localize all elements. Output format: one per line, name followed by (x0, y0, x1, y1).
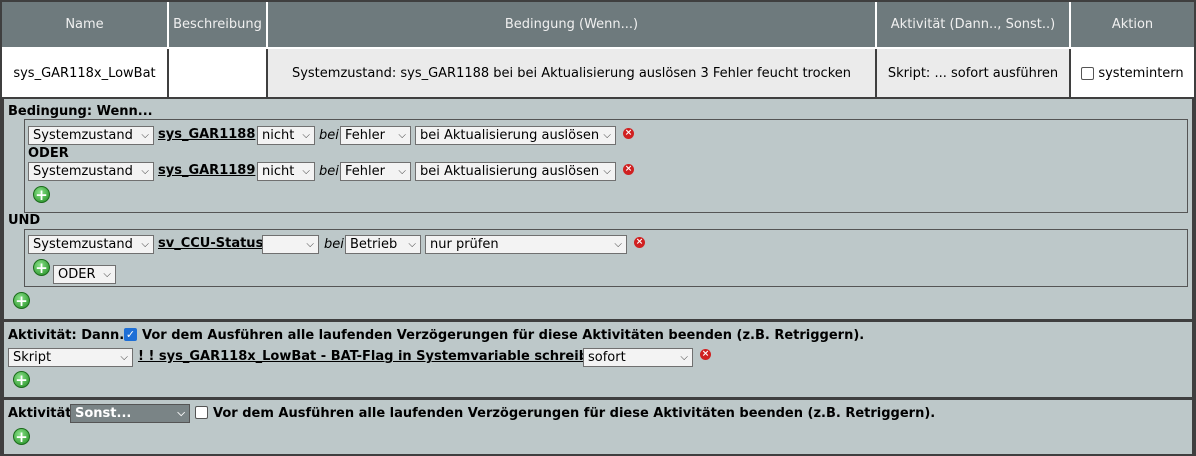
delete-icon[interactable]: × (623, 128, 634, 139)
condition-title: Bedingung: Wenn... (8, 104, 153, 119)
chevron-down-icon: ⌵ (120, 352, 128, 363)
sonst-panel: Aktivität: Sonst... ⌵ Vor dem Ausführen a… (4, 400, 1192, 454)
delete-icon[interactable]: × (700, 349, 711, 360)
delete-icon[interactable]: × (634, 237, 645, 248)
condition-variable-link-1[interactable]: sys_GAR1188 (158, 127, 255, 142)
add-icon[interactable]: + (33, 186, 50, 203)
chevron-down-icon: ⌵ (680, 352, 688, 363)
sonst-retrigger-checkbox[interactable] (195, 406, 208, 419)
condition-value-select-3[interactable]: Betrieb ⌵ (345, 235, 421, 254)
condition-op-select-3[interactable]: ⌵ (262, 235, 319, 254)
condition-variable-link-2[interactable]: sys_GAR1189 (158, 163, 255, 178)
condition-type-value: Systemzustand (33, 237, 133, 252)
condition-type-select-3[interactable]: Systemzustand ⌵ (28, 235, 154, 254)
aktion-cell: systemintern (1071, 49, 1194, 97)
header-bedingung[interactable]: Bedingung (Wenn...) (268, 2, 877, 47)
oder-label: ODER (28, 146, 69, 161)
program-condition-summary: Systemzustand: sys_GAR1188 bei bei Aktua… (268, 49, 877, 97)
add-icon[interactable]: + (13, 292, 30, 309)
delete-icon[interactable]: × (623, 164, 634, 175)
add-icon[interactable]: + (13, 371, 30, 388)
program-description[interactable] (169, 49, 268, 97)
bei-label: bei (319, 128, 339, 143)
sonst-retrigger-label: Vor dem Ausführen alle laufenden Verzöge… (213, 406, 936, 421)
chevron-down-icon: ⌵ (141, 239, 149, 250)
table-row: sys_GAR118x_LowBat Systemzustand: sys_GA… (2, 47, 1194, 97)
joiner-value: ODER (58, 267, 96, 282)
condition-trigger-value: nur prüfen (430, 237, 499, 252)
chevron-down-icon: ⌵ (398, 166, 406, 177)
condition-trigger-value: bei Aktualisierung auslösen (420, 164, 600, 179)
condition-op-value: nicht (262, 164, 295, 179)
chevron-down-icon: ⌵ (306, 239, 314, 250)
action-type-value: Skript (13, 350, 52, 365)
table-header: Name Beschreibung Bedingung (Wenn...) Ak… (2, 2, 1194, 47)
chevron-down-icon: ⌵ (603, 130, 611, 141)
condition-trigger-select-1[interactable]: bei Aktualisierung auslösen ⌵ (415, 126, 616, 145)
condition-type-value: Systemzustand (33, 164, 133, 179)
sonst-title: Aktivität: (8, 406, 77, 421)
program-name[interactable]: sys_GAR118x_LowBat (2, 49, 169, 97)
joiner-select[interactable]: ODER ⌵ (53, 265, 116, 284)
sonst-select[interactable]: Sonst... ⌵ (70, 404, 190, 423)
chevron-down-icon: ⌵ (103, 269, 111, 280)
condition-type-value: Systemzustand (33, 128, 133, 143)
condition-op-select-2[interactable]: nicht ⌵ (257, 162, 315, 181)
program-activity-summary: Skript: ... sofort ausführen (877, 49, 1071, 97)
header-aktivitaet[interactable]: Aktivität (Dann.., Sonst..) (877, 2, 1071, 47)
header-name[interactable]: Name (2, 2, 169, 47)
dann-retrigger-checkbox[interactable]: ✓ (124, 328, 137, 341)
chevron-down-icon: ⌵ (302, 166, 310, 177)
condition-type-select-2[interactable]: Systemzustand ⌵ (28, 162, 154, 181)
header-aktion[interactable]: Aktion (1071, 2, 1194, 47)
condition-trigger-select-2[interactable]: bei Aktualisierung auslösen ⌵ (415, 162, 616, 181)
action-type-select[interactable]: Skript ⌵ (8, 348, 133, 367)
systemintern-label: systemintern (1098, 65, 1184, 81)
chevron-down-icon: ⌵ (614, 239, 622, 250)
timing-value: sofort (588, 350, 626, 365)
dann-title: Aktivität: Dann... (8, 328, 135, 343)
condition-op-select-1[interactable]: nicht ⌵ (257, 126, 315, 145)
chevron-down-icon: ⌵ (408, 239, 416, 250)
bei-label: bei (319, 164, 339, 179)
script-link[interactable]: ! ! sys_GAR118x_LowBat - BAT-Flag in Sys… (138, 349, 612, 364)
condition-variable-link-3[interactable]: sv_CCU-Status (158, 236, 263, 251)
condition-value-value: Fehler (345, 128, 385, 143)
condition-value-select-1[interactable]: Fehler ⌵ (340, 126, 411, 145)
condition-value-value: Fehler (345, 164, 385, 179)
condition-type-select-1[interactable]: Systemzustand ⌵ (28, 126, 154, 145)
condition-value-value: Betrieb (350, 237, 398, 252)
add-icon[interactable]: + (13, 428, 30, 445)
program-editor: Name Beschreibung Bedingung (Wenn...) Ak… (0, 0, 1196, 456)
systemintern-checkbox[interactable] (1081, 66, 1095, 80)
und-label: UND (8, 213, 41, 228)
condition-trigger-value: bei Aktualisierung auslösen (420, 128, 600, 143)
add-icon[interactable]: + (33, 259, 50, 276)
chevron-down-icon: ⌵ (141, 166, 149, 177)
condition-op-value: nicht (262, 128, 295, 143)
bei-label: bei (324, 237, 344, 252)
condition-panel: Bedingung: Wenn... Systemzustand ⌵ sys_GA… (4, 99, 1192, 319)
chevron-down-icon: ⌵ (177, 408, 185, 419)
dann-panel: Aktivität: Dann... ✓ Vor dem Ausführen a… (4, 322, 1192, 397)
dann-retrigger-label: Vor dem Ausführen alle laufenden Verzöge… (142, 328, 865, 343)
chevron-down-icon: ⌵ (302, 130, 310, 141)
chevron-down-icon: ⌵ (141, 130, 149, 141)
chevron-down-icon: ⌵ (398, 130, 406, 141)
chevron-down-icon: ⌵ (603, 166, 611, 177)
header-beschreibung[interactable]: Beschreibung (169, 2, 268, 47)
sonst-select-value: Sonst... (75, 406, 132, 421)
condition-value-select-2[interactable]: Fehler ⌵ (340, 162, 411, 181)
condition-trigger-select-3[interactable]: nur prüfen ⌵ (425, 235, 627, 254)
timing-select[interactable]: sofort ⌵ (583, 348, 693, 367)
